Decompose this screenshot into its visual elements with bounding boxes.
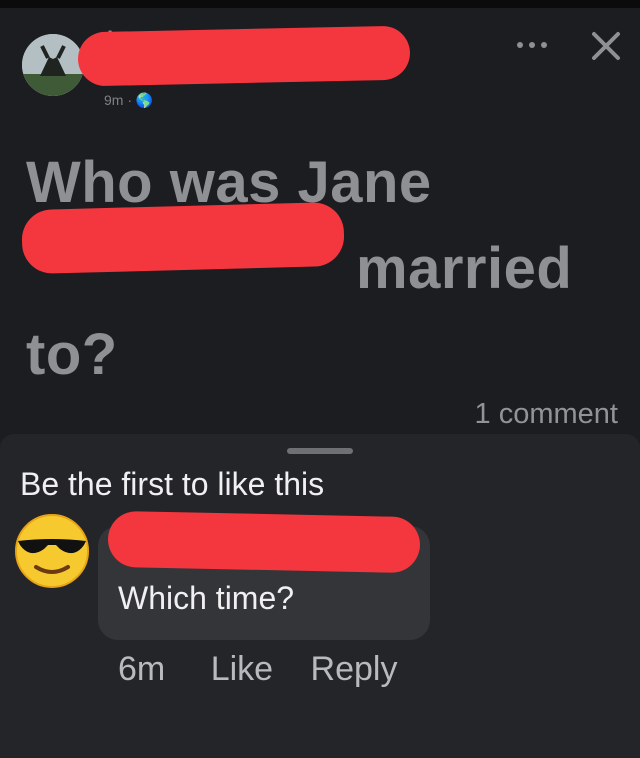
- redacted-surname: [21, 201, 345, 275]
- author-avatar[interactable]: [22, 34, 84, 96]
- redacted-commenter-name: [107, 510, 421, 574]
- author-avatar-image: [22, 34, 84, 96]
- post-text-line-3: to?: [26, 322, 118, 387]
- comment-count[interactable]: 1 comment: [475, 398, 618, 431]
- post-meta: 9m · 🌎: [104, 92, 154, 108]
- comment-actions: 6m Like Reply: [118, 650, 425, 689]
- sheet-drag-handle[interactable]: [287, 448, 353, 454]
- like-button[interactable]: Like: [211, 650, 273, 688]
- more-options-icon[interactable]: [514, 36, 550, 54]
- likes-summary: Be the first to like this: [20, 466, 325, 502]
- close-icon[interactable]: [588, 28, 624, 64]
- comments-sheet: Be the first to like this Which time? 6m…: [0, 434, 640, 758]
- reply-button[interactable]: Reply: [311, 650, 398, 688]
- top-strip: [0, 0, 640, 8]
- comment-time: 6m: [118, 650, 166, 688]
- redacted-author-name: [77, 25, 411, 87]
- sunglasses-emoji-icon[interactable]: [12, 511, 92, 591]
- post-text-line-2-tail: married: [356, 236, 573, 301]
- comment-text: Which time?: [118, 580, 295, 616]
